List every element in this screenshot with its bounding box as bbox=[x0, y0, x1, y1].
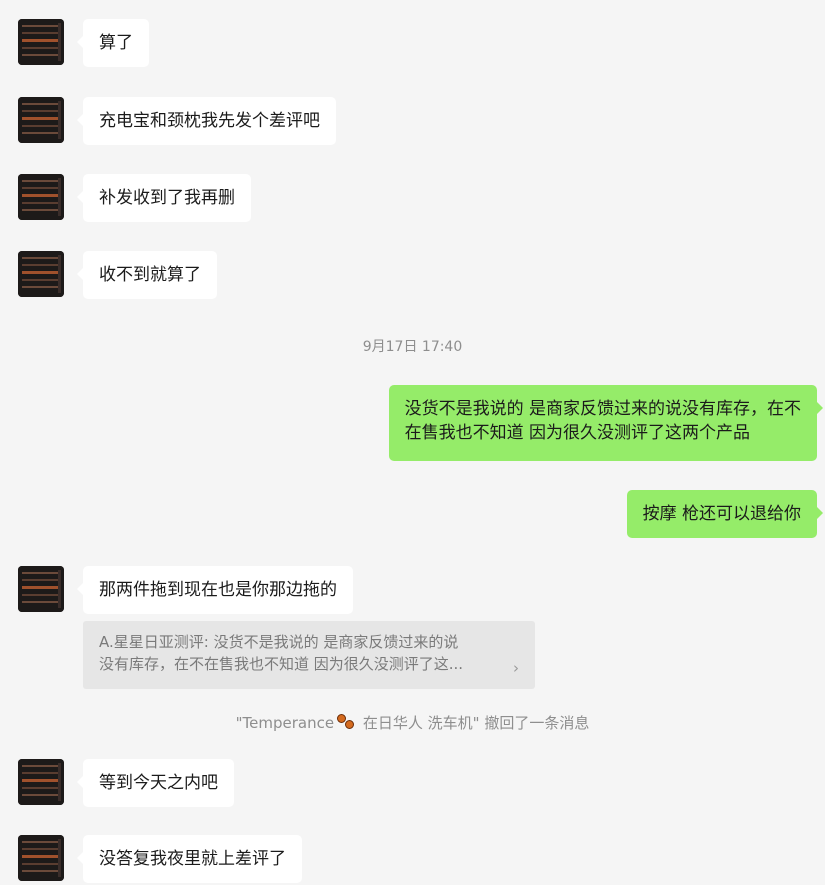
message-bubble[interactable]: 没答复我夜里就上差评了 bbox=[77, 835, 302, 883]
message-bubble[interactable]: 等到今天之内吧 bbox=[77, 759, 234, 807]
avatar[interactable] bbox=[18, 759, 64, 805]
message-bubble[interactable]: 没货不是我说的 是商家反馈过来的说没有库存，在不 在售我也不知道 因为很久没测评… bbox=[388, 385, 824, 461]
message-bubble[interactable]: 充电宝和颈枕我先发个差评吧 bbox=[77, 97, 336, 145]
recall-notice-text: 在日华人 洗车机" 撤回了一条消息 bbox=[358, 714, 590, 732]
avatar[interactable] bbox=[18, 174, 64, 220]
chat-timestamp: 9月17日 17:40 bbox=[362, 339, 463, 355]
message-text-line: 在售我也不知道 因为很久没测评了这两个产品 bbox=[404, 423, 750, 443]
recall-notice-name: "Temperance bbox=[235, 714, 335, 732]
quoted-message[interactable]: A.星星日亚测评: 没货不是我说的 是商家反馈过来的说 没有库存，在不在售我也不… bbox=[83, 621, 535, 689]
avatar-image bbox=[18, 759, 64, 805]
message-text: 补发收到了我再删 bbox=[99, 188, 235, 208]
recall-notice: "Temperance 在日华人 洗车机" 撤回了一条消息 bbox=[0, 712, 825, 733]
message-text: 等到今天之内吧 bbox=[99, 773, 218, 793]
avatar-image bbox=[18, 19, 64, 65]
message-text: 按摩 枪还可以退给你 bbox=[642, 504, 801, 524]
message-text: 算了 bbox=[99, 33, 133, 53]
quote-line: 没有库存，在不在售我也不知道 因为很久没测评了这... bbox=[99, 655, 464, 673]
message-bubble[interactable]: 算了 bbox=[77, 19, 149, 67]
avatar[interactable] bbox=[18, 97, 64, 143]
message-bubble[interactable]: 按摩 枪还可以退给你 bbox=[626, 490, 824, 538]
avatar-image bbox=[18, 835, 64, 881]
message-text: 收不到就算了 bbox=[99, 265, 201, 285]
avatar[interactable] bbox=[18, 251, 64, 297]
chevron-right-icon: › bbox=[513, 659, 519, 677]
message-bubble[interactable]: 补发收到了我再删 bbox=[77, 174, 251, 222]
message-text: 那两件拖到现在也是你那边拖的 bbox=[99, 580, 337, 600]
avatar[interactable] bbox=[18, 566, 64, 612]
avatar-image bbox=[18, 97, 64, 143]
avatar[interactable] bbox=[18, 835, 64, 881]
message-text: 没答复我夜里就上差评了 bbox=[99, 849, 286, 869]
message-bubble[interactable]: 那两件拖到现在也是你那边拖的 bbox=[77, 566, 353, 614]
message-text-line: 没货不是我说的 是商家反馈过来的说没有库存，在不 bbox=[404, 399, 801, 419]
quote-line: A.星星日亚测评: 没货不是我说的 是商家反馈过来的说 bbox=[99, 633, 459, 651]
message-bubble[interactable]: 收不到就算了 bbox=[77, 251, 217, 299]
avatar-image bbox=[18, 251, 64, 297]
message-text: 充电宝和颈枕我先发个差评吧 bbox=[99, 111, 320, 131]
paw-emoji-icon bbox=[336, 714, 356, 730]
avatar[interactable] bbox=[18, 19, 64, 65]
avatar-image bbox=[18, 174, 64, 220]
avatar-image bbox=[18, 566, 64, 612]
